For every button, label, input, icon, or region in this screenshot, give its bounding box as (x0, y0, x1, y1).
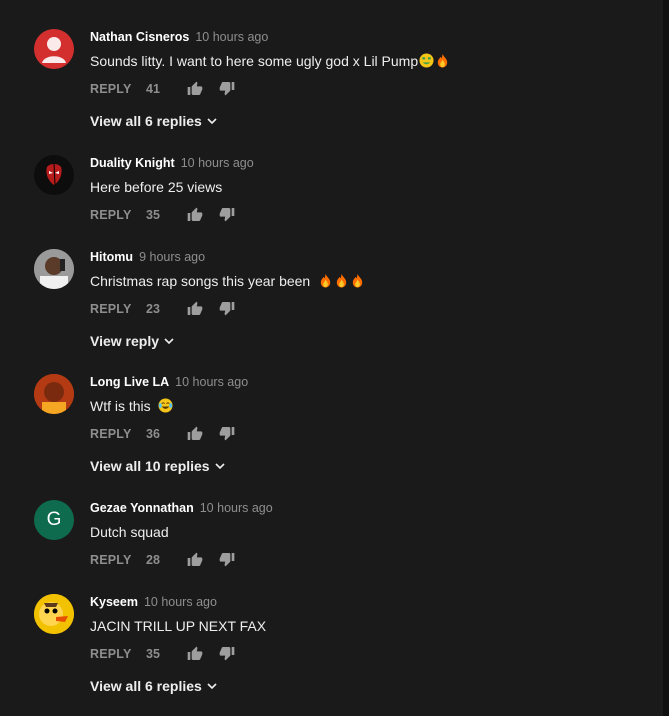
author-name[interactable]: Kyseem (90, 595, 138, 609)
reply-button[interactable]: REPLY (90, 208, 132, 222)
author-name[interactable]: Duality Knight (90, 156, 175, 170)
comment-text: JACIN TRILL UP NEXT FAX (90, 618, 267, 634)
reply-button[interactable]: REPLY (90, 553, 132, 567)
like-count: 35 (146, 647, 160, 661)
comment-text: Here before 25 views (90, 179, 223, 195)
reply-button[interactable]: REPLY (90, 427, 132, 441)
comment-text: Sounds litty. I want to here some ugly g… (90, 53, 419, 69)
comment-time[interactable]: 10 hours ago (181, 156, 254, 170)
comment-time[interactable]: 10 hours ago (200, 501, 273, 515)
like-count: 28 (146, 553, 160, 567)
reply-button[interactable]: REPLY (90, 302, 132, 316)
comment-actions: REPLY 28 (90, 550, 630, 570)
author-name[interactable]: Hitomu (90, 250, 133, 264)
thumbs-up-icon[interactable] (187, 301, 203, 317)
thumbs-up-icon[interactable] (187, 207, 203, 223)
thumbs-up-icon[interactable] (187, 81, 203, 97)
like-count: 41 (146, 82, 160, 96)
like-count: 35 (146, 208, 160, 222)
chevron-down-icon (207, 683, 217, 690)
avatar-image (34, 155, 74, 195)
avatar-letter: G (46, 509, 62, 530)
author-name[interactable]: Gezae Yonnathan (90, 501, 194, 515)
avatar-image (34, 249, 74, 289)
thumbs-up-icon[interactable] (187, 552, 203, 568)
reply-button[interactable]: REPLY (90, 647, 132, 661)
money-mouth-face-icon (419, 53, 434, 68)
avatar[interactable] (34, 594, 74, 634)
reply-button[interactable]: REPLY (90, 82, 132, 96)
comment-text: Dutch squad (90, 524, 169, 540)
view-replies-button[interactable]: View all 6 replies (90, 678, 217, 694)
page-edge (663, 0, 669, 716)
fire-icon (320, 273, 331, 288)
comment-actions: REPLY 36 (90, 424, 630, 444)
avatar[interactable] (34, 374, 74, 414)
view-replies-label: View all 10 replies (90, 458, 210, 474)
thumbs-up-icon[interactable] (187, 426, 203, 442)
thumbs-down-icon[interactable] (219, 80, 235, 96)
fire-icon (437, 53, 448, 68)
comment-actions: REPLY 41 (90, 79, 630, 99)
view-replies-label: View all 6 replies (90, 113, 202, 129)
chevron-down-icon (215, 463, 225, 470)
default-user-icon (42, 37, 66, 63)
author-name[interactable]: Long Live LA (90, 375, 169, 389)
thumbs-down-icon[interactable] (219, 425, 235, 441)
avatar[interactable] (34, 29, 74, 69)
avatar-image (34, 374, 74, 414)
author-name[interactable]: Nathan Cisneros (90, 30, 189, 44)
comment-time[interactable]: 10 hours ago (175, 375, 248, 389)
face-with-tears-of-joy-icon (158, 398, 173, 413)
view-replies-button[interactable]: View reply (90, 333, 174, 349)
thumbs-up-icon[interactable] (187, 646, 203, 662)
avatar[interactable]: G (34, 500, 74, 540)
thumbs-down-icon[interactable] (219, 551, 235, 567)
comment-time[interactable]: 10 hours ago (195, 30, 268, 44)
view-replies-button[interactable]: View all 6 replies (90, 113, 217, 129)
comment-text: Christmas rap songs this year been (90, 273, 311, 289)
like-count: 23 (146, 302, 160, 316)
comment-actions: REPLY 35 (90, 205, 630, 225)
thumbs-down-icon[interactable] (219, 206, 235, 222)
view-replies-label: View reply (90, 333, 160, 349)
comment-actions: REPLY 35 (90, 644, 630, 664)
avatar[interactable] (34, 155, 74, 195)
thumbs-down-icon[interactable] (219, 300, 235, 316)
like-count: 36 (146, 427, 160, 441)
comment-actions: REPLY 23 (90, 299, 630, 319)
comment-time[interactable]: 10 hours ago (144, 595, 217, 609)
fire-icon (352, 273, 363, 288)
view-replies-button[interactable]: View all 10 replies (90, 458, 225, 474)
fire-icon (336, 273, 347, 288)
avatar-image (34, 594, 74, 634)
avatar[interactable] (34, 249, 74, 289)
comment-text: Wtf is this (90, 398, 151, 414)
view-replies-label: View all 6 replies (90, 678, 202, 694)
comment-time[interactable]: 9 hours ago (139, 250, 205, 264)
chevron-down-icon (207, 118, 217, 125)
chevron-down-icon (164, 338, 174, 345)
thumbs-down-icon[interactable] (219, 645, 235, 661)
